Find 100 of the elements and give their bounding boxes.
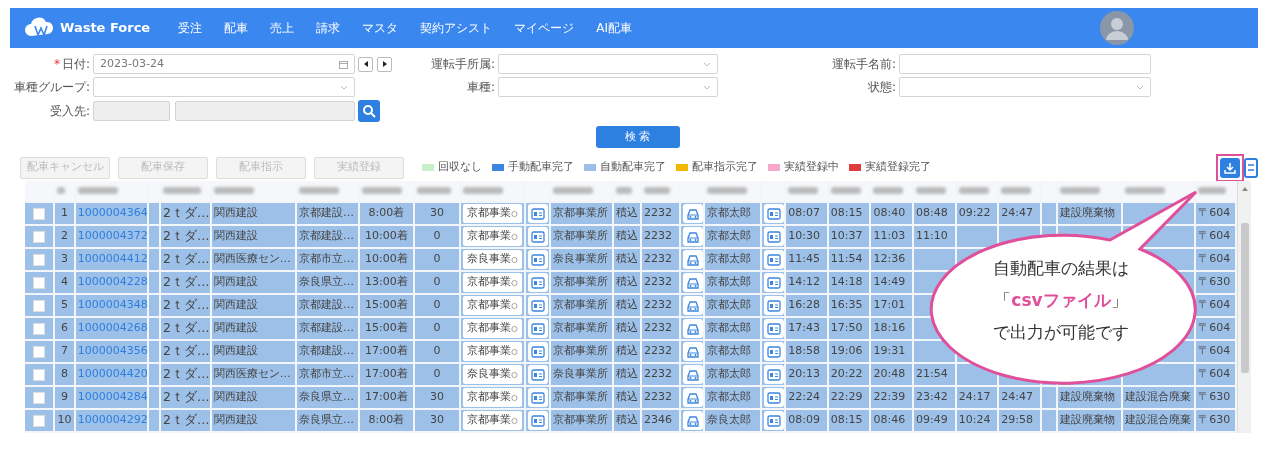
row-checkbox[interactable] — [33, 276, 46, 289]
table-cell: 17:00着 — [359, 364, 415, 387]
row-checkbox[interactable] — [33, 253, 46, 266]
id-card-button[interactable] — [763, 227, 784, 246]
car-button[interactable] — [682, 227, 703, 246]
nav-link[interactable]: マイページ — [514, 19, 575, 37]
select-field[interactable] — [93, 77, 355, 97]
select-field[interactable]: 京都事業 — [463, 342, 523, 361]
row-checkbox[interactable] — [33, 230, 46, 243]
row-checkbox[interactable] — [33, 345, 46, 358]
brand-name[interactable]: Waste Force — [60, 18, 151, 38]
id-card-button[interactable] — [528, 273, 549, 292]
clear-icon[interactable] — [511, 255, 519, 264]
select-field[interactable]: 奈良事業 — [463, 365, 523, 384]
select-field[interactable] — [498, 77, 718, 97]
table-cell: 京都事業所 — [550, 203, 614, 226]
table-cell: 〒630 — [1196, 387, 1237, 410]
car-button[interactable] — [682, 296, 703, 315]
clear-icon[interactable] — [511, 370, 519, 379]
row-checkbox[interactable] — [33, 368, 46, 381]
id-card-button[interactable] — [528, 227, 549, 246]
row-checkbox[interactable] — [33, 299, 46, 312]
table-cell: 08:15 — [828, 203, 872, 226]
nav-link[interactable]: 契約アシスト — [420, 19, 493, 37]
select-field[interactable]: 京都事業 — [463, 296, 523, 315]
blurred-heading — [1198, 186, 1227, 194]
row-checkbox[interactable] — [33, 322, 46, 335]
columns-icon[interactable] — [1244, 157, 1258, 178]
id-card-button[interactable] — [528, 388, 549, 407]
avatar-icon[interactable] — [1100, 11, 1134, 45]
row-checkbox[interactable] — [33, 391, 46, 404]
input-field[interactable] — [899, 54, 1151, 74]
id-card-button[interactable] — [528, 342, 549, 361]
id-card-button[interactable] — [763, 319, 784, 338]
nav-link[interactable]: 受注 — [178, 19, 203, 37]
nav-link[interactable]: マスタ — [362, 19, 399, 37]
select-field[interactable]: 京都事業 — [463, 204, 523, 223]
id-card-button[interactable] — [528, 411, 549, 430]
id-card-button[interactable] — [763, 365, 784, 384]
id-card-button[interactable] — [763, 273, 784, 292]
id-card-button[interactable] — [763, 342, 784, 361]
clear-icon[interactable] — [511, 416, 519, 425]
clear-icon[interactable] — [511, 232, 519, 241]
table-cell: 2232 — [642, 272, 681, 295]
select-field[interactable]: 京都事業 — [463, 227, 523, 246]
car-button[interactable] — [682, 411, 703, 430]
clear-icon[interactable] — [511, 347, 519, 356]
scrollbar[interactable] — [1237, 181, 1251, 433]
nav-link[interactable]: 配車 — [224, 19, 249, 37]
id-card-button[interactable] — [763, 296, 784, 315]
table-cell: 〒604 — [1196, 203, 1237, 226]
nav-link[interactable]: 売上 — [270, 19, 295, 37]
select-field[interactable]: 奈良事業 — [463, 250, 523, 269]
nav-link[interactable]: AI配車 — [596, 19, 632, 37]
search-button[interactable]: 検 索 — [595, 126, 680, 148]
car-button[interactable] — [682, 273, 703, 292]
row-checkbox[interactable] — [33, 414, 46, 427]
date-field[interactable]: 2023-03-24 — [93, 54, 355, 74]
calendar-icon[interactable] — [339, 59, 348, 69]
id-card-button[interactable] — [763, 388, 784, 407]
table-cell: 建設混合廃棄 — [1123, 387, 1197, 410]
table-cell: 2ｔダ… — [161, 410, 212, 433]
select-field[interactable]: 京都事業 — [463, 388, 523, 407]
id-card-button[interactable] — [763, 411, 784, 430]
select-field[interactable]: 京都事業 — [463, 319, 523, 338]
id-card-icon — [531, 207, 546, 220]
nav-link[interactable]: 請求 — [316, 19, 341, 37]
clear-icon[interactable] — [511, 278, 519, 287]
table-cell: 京都事業所 — [550, 226, 614, 249]
id-card-button[interactable] — [528, 204, 549, 223]
next-icon[interactable] — [380, 60, 389, 68]
clear-icon[interactable] — [511, 393, 519, 402]
car-button[interactable] — [682, 319, 703, 338]
car-button[interactable] — [682, 342, 703, 361]
scroll-up-icon[interactable] — [1240, 185, 1249, 193]
clear-icon[interactable] — [511, 324, 519, 333]
id-card-button[interactable] — [528, 319, 549, 338]
select-field[interactable] — [899, 77, 1151, 97]
id-card-button[interactable] — [528, 296, 549, 315]
car-button[interactable] — [682, 388, 703, 407]
clear-icon[interactable] — [511, 209, 519, 218]
table-cell: 13:00着 — [359, 272, 415, 295]
car-button[interactable] — [682, 204, 703, 223]
id-card-button[interactable] — [528, 250, 549, 269]
clear-icon[interactable] — [511, 301, 519, 310]
id-card-button[interactable] — [763, 250, 784, 269]
table-cell: 2232 — [642, 341, 681, 364]
car-button[interactable] — [682, 250, 703, 269]
select-field[interactable] — [498, 54, 718, 74]
id-card-button[interactable] — [528, 365, 549, 384]
id-card-icon — [766, 253, 781, 266]
select-field[interactable]: 京都事業 — [463, 273, 523, 292]
chevron-down-icon — [340, 83, 348, 91]
id-card-button[interactable] — [763, 204, 784, 223]
id-card-icon — [531, 345, 546, 358]
table-cell: 08:09 — [786, 410, 829, 433]
car-button[interactable] — [682, 365, 703, 384]
search-button[interactable] — [358, 100, 380, 122]
row-checkbox[interactable] — [33, 207, 46, 220]
select-field[interactable]: 京都事業 — [463, 411, 523, 430]
